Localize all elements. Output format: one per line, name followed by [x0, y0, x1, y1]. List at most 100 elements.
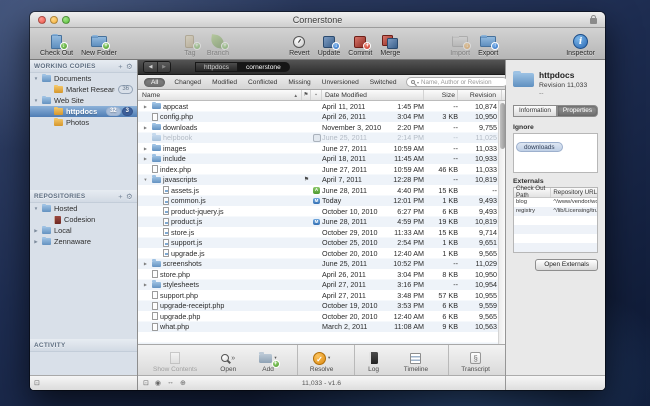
disclosure-triangle[interactable] — [33, 206, 39, 211]
sidebar-item[interactable]: Web Site — [30, 95, 137, 106]
table-row[interactable]: assets.js June 28, 2011 4:40 PM 15 KB -- — [138, 185, 505, 196]
action-button[interactable]: Timeline — [401, 345, 431, 375]
disclosure-triangle[interactable] — [142, 177, 149, 182]
table-row[interactable]: helpbook June 25, 2011 2:14 PM -- 11,025 — [138, 133, 505, 144]
sidebar-item[interactable]: httpdocs 323 — [30, 106, 137, 117]
action-button[interactable]: + Add — [256, 345, 279, 375]
filter-tab[interactable]: Modified — [210, 78, 239, 87]
working-copies-gear-icon[interactable]: ⚙ — [126, 62, 133, 71]
add-repository-button[interactable]: + — [118, 192, 123, 201]
column-header-revision[interactable]: Revision — [458, 90, 502, 100]
filter-tab[interactable]: Conflicted — [246, 78, 279, 87]
link-icon[interactable]: ⊕ — [180, 379, 186, 387]
add-working-copy-button[interactable]: + — [118, 62, 123, 71]
disclosure-triangle[interactable] — [142, 156, 149, 161]
ignore-token[interactable]: downloads — [516, 142, 563, 152]
toolbar-button[interactable]: Merge — [376, 28, 404, 59]
table-row[interactable]: index.php June 27, 2011 10:59 AM 46 KB 1… — [138, 164, 505, 175]
filter-tab[interactable]: All — [144, 78, 165, 87]
toolbar-button[interactable]: ↓ Check Out — [36, 28, 77, 59]
sidebar-item[interactable]: Documents — [30, 73, 137, 84]
sidebar-item[interactable]: Zennaware — [30, 236, 137, 247]
sidebar-mode-icon[interactable]: ⊡ — [34, 379, 40, 387]
table-row[interactable]: stylesheets April 27, 2011 3:16 PM -- 10… — [138, 280, 505, 291]
external-row[interactable]: blog ^/www/vendor/wordpre — [514, 198, 597, 207]
sidebar-item[interactable]: Hosted — [30, 203, 137, 214]
table-row[interactable]: downloads November 3, 2010 2:20 PM -- 9,… — [138, 122, 505, 133]
title-bar[interactable]: Cornerstone — [30, 12, 605, 28]
column-header-flag-icon[interactable]: ⚑ — [302, 90, 311, 100]
table-row[interactable]: common.js Today 12:01 PM 1 KB 9,493 — [138, 196, 505, 207]
table-row[interactable]: support.js October 25, 2010 2:54 PM 1 KB… — [138, 238, 505, 249]
sidebar-item[interactable]: Market Research 36 — [30, 84, 137, 95]
toolbar-button[interactable]: + New Folder — [77, 28, 121, 59]
repositories-gear-icon[interactable]: ⚙ — [126, 192, 133, 201]
disclosure-triangle[interactable] — [33, 228, 39, 234]
table-row[interactable]: appcast April 11, 2011 1:45 PM -- 10,874 — [138, 101, 505, 112]
filter-tab[interactable]: Unversioned — [320, 78, 361, 87]
disclosure-triangle[interactable] — [142, 104, 149, 109]
table-row[interactable]: include April 18, 2011 11:45 AM -- 10,93… — [138, 154, 505, 165]
forward-button[interactable]: ▶ — [157, 62, 170, 72]
disclosure-triangle[interactable] — [33, 76, 39, 81]
column-header-name[interactable]: Name ▲ — [138, 90, 302, 100]
vertical-scrollbar[interactable] — [498, 101, 505, 344]
table-row[interactable]: javascripts April 7, 2011 12:28 PM -- 10… — [138, 175, 505, 186]
zoom-button[interactable] — [62, 16, 70, 24]
action-button[interactable]: § Transcript — [448, 345, 493, 375]
disclosure-triangle[interactable] — [142, 261, 149, 266]
action-button[interactable]: ✓ Resolve — [297, 345, 336, 375]
table-row[interactable]: upgrade.js October 20, 2010 12:40 AM 1 K… — [138, 248, 505, 259]
disclosure-triangle[interactable] — [33, 98, 39, 103]
table-row[interactable]: upgrade-receipt.php October 19, 2010 3:5… — [138, 301, 505, 312]
toolbar-button[interactable]: i Inspector — [562, 28, 599, 59]
sidebar-item[interactable]: Photos — [30, 117, 137, 128]
search-scope-chevron-icon[interactable]: ▾ — [417, 80, 419, 85]
table-row[interactable]: product.js June 28, 2011 4:59 PM 19 KB 1… — [138, 217, 505, 228]
ignore-patterns-box[interactable]: downloads — [513, 133, 598, 173]
breadcrumb-item[interactable]: cornerstone — [238, 62, 290, 72]
inspector-tab[interactable]: Information — [513, 105, 557, 117]
disclosure-triangle[interactable] — [142, 125, 149, 130]
search-field[interactable]: ▾ — [406, 77, 508, 88]
toolbar-button[interactable]: ↓ Update — [314, 28, 345, 59]
toolbar-button[interactable]: + Branch — [203, 28, 233, 59]
column-header-date[interactable]: Date Modified — [322, 90, 424, 100]
back-button[interactable]: ◀ — [144, 62, 157, 72]
breadcrumb-item[interactable]: httpdocs — [195, 62, 238, 72]
column-header-status-icon[interactable]: ▪ — [311, 90, 322, 100]
table-row[interactable]: screenshots June 25, 2011 10:52 PM -- 11… — [138, 259, 505, 270]
disclosure-triangle[interactable] — [33, 239, 39, 245]
toolbar-button[interactable]: ↓ Import — [446, 28, 474, 59]
open-externals-button[interactable]: Open Externals — [535, 259, 598, 271]
scrollbar-thumb[interactable] — [500, 103, 505, 149]
eye-icon[interactable]: ◉ — [155, 379, 161, 387]
table-row[interactable]: product-jquery.js October 10, 2010 6:27 … — [138, 206, 505, 217]
sidebar-item[interactable]: Local — [30, 225, 137, 236]
toolbar-button[interactable]: ↑ Export — [474, 28, 502, 59]
action-button[interactable]: » Open — [217, 345, 239, 375]
external-row[interactable]: registry ^/lib/Licensing/trunk/p — [514, 207, 597, 216]
disclosure-triangle[interactable] — [142, 282, 149, 287]
table-row[interactable]: store.js October 29, 2010 11:33 AM 15 KB… — [138, 227, 505, 238]
inspector-tab[interactable]: Properties — [557, 105, 598, 117]
close-button[interactable] — [38, 16, 46, 24]
filter-tab[interactable]: Switched — [368, 78, 399, 87]
column-header-size[interactable]: Size — [424, 90, 458, 100]
table-row[interactable]: store.php April 26, 2011 3:04 PM 8 KB 10… — [138, 269, 505, 280]
column-header-repository-url[interactable]: Repository URL — [551, 189, 597, 196]
table-row[interactable]: support.php April 27, 2011 3:48 PM 57 KB… — [138, 290, 505, 301]
toolbar-button[interactable]: Revert — [285, 28, 314, 59]
action-button[interactable]: Log — [354, 345, 384, 375]
action-button[interactable]: Show Contents — [150, 345, 200, 375]
toolbar-button[interactable]: + Commit — [344, 28, 376, 59]
minimize-button[interactable] — [50, 16, 58, 24]
sidebar-item[interactable]: Codesion — [30, 214, 137, 225]
table-row[interactable]: what.php March 2, 2011 11:08 AM 9 KB 10,… — [138, 322, 505, 333]
toolbar-button[interactable]: + Tag — [177, 28, 203, 59]
table-row[interactable]: images June 27, 2011 10:59 AM -- 11,033 — [138, 143, 505, 154]
disclosure-triangle[interactable] — [142, 146, 149, 151]
filter-tab[interactable]: Missing — [286, 78, 312, 87]
filter-tab[interactable]: Changed — [172, 78, 203, 87]
column-header-checkout-path[interactable]: Check Out Path — [514, 188, 551, 197]
